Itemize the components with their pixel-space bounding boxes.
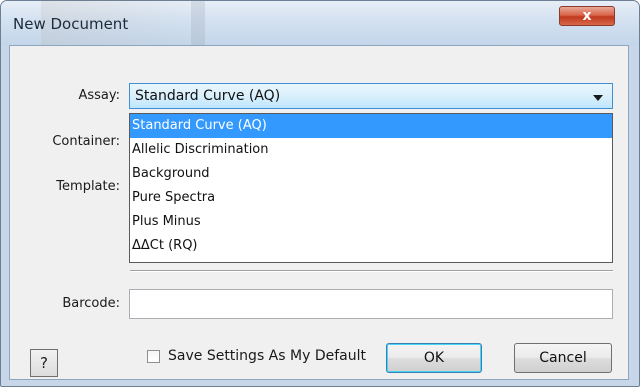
ok-button[interactable]: OK [386, 343, 482, 373]
barcode-label: Barcode: [62, 296, 120, 311]
assay-options-list[interactable]: Standard Curve (AQ) Allelic Discriminati… [129, 113, 613, 263]
title-bar[interactable]: New Document x [1, 1, 639, 45]
close-icon: x [582, 8, 592, 24]
save-default-label[interactable]: Save Settings As My Default [168, 348, 366, 364]
assay-option-background[interactable]: Background [130, 162, 612, 186]
assay-option-allelic-discrimination[interactable]: Allelic Discrimination [130, 138, 612, 162]
close-button[interactable]: x [559, 6, 615, 26]
help-button[interactable]: ? [30, 349, 58, 377]
template-label: Template: [56, 179, 120, 194]
assay-label: Assay: [78, 88, 120, 103]
help-icon: ? [40, 354, 48, 372]
assay-option-pure-spectra[interactable]: Pure Spectra [130, 186, 612, 210]
assay-dropdown[interactable]: Standard Curve (AQ) [129, 83, 613, 109]
dialog-content: Assay: Standard Curve (AQ) Container: Te… [9, 45, 629, 380]
assay-option-standard-curve[interactable]: Standard Curve (AQ) [130, 114, 612, 138]
assay-option-plus-minus[interactable]: Plus Minus [130, 210, 612, 234]
assay-selected-value: Standard Curve (AQ) [135, 88, 281, 104]
cancel-button[interactable]: Cancel [514, 343, 612, 373]
separator [130, 270, 613, 272]
barcode-input[interactable] [129, 289, 613, 319]
chevron-down-icon [593, 95, 603, 101]
assay-option-ddct-rq[interactable]: ΔΔCt (RQ) [130, 234, 612, 258]
title-bar-decoration [191, 1, 205, 45]
container-label: Container: [52, 134, 120, 149]
dialog-title: New Document [13, 15, 129, 33]
new-document-dialog: New Document x Assay: Standard Curve (AQ… [0, 0, 640, 387]
save-default-checkbox[interactable] [147, 350, 160, 363]
